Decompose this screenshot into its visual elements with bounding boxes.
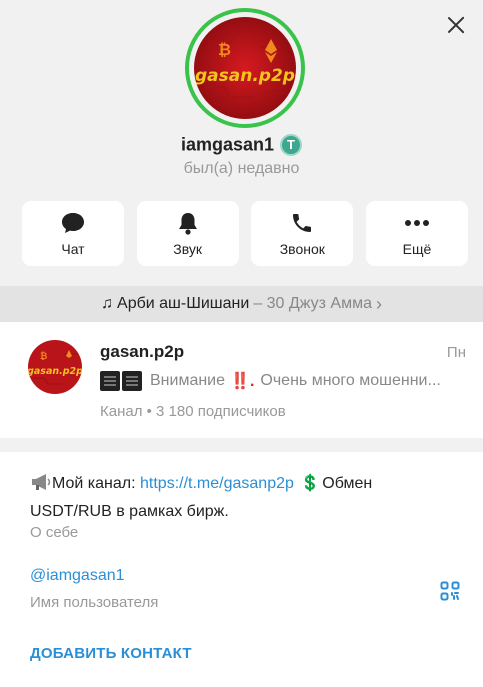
bitcoin-icon: ₿ [40, 351, 47, 362]
bio-label: О себе [30, 524, 79, 541]
sound-button[interactable]: Звук [136, 201, 239, 266]
bell-icon [137, 210, 239, 236]
channel-subscriber-info: Канал • 3 180 подписчиков [100, 403, 286, 420]
bio-channel-link[interactable]: https://t.me/gasanp2p [140, 475, 294, 492]
more-dots-icon [366, 210, 468, 236]
username-row: iamgasan1 T [0, 134, 483, 156]
svg-text:gasan.p2p: gasan.p2p [28, 366, 82, 377]
profile-username: iamgasan1 [180, 134, 275, 155]
personal-channel-item[interactable]: ₿ gasan.p2p gasan.p2p Пн Внимание ‼️. Оч… [0, 322, 483, 438]
channel-message-text: Внимание [150, 372, 226, 389]
channel-name: gasan.p2p [100, 342, 185, 361]
channel-avatar: ₿ gasan.p2p [28, 340, 82, 394]
music-note-icon: ♫ [101, 295, 114, 312]
call-button-label: Звонок [279, 241, 325, 257]
chat-bubble-icon [22, 210, 124, 236]
usdt-emoji-status-icon[interactable]: T [280, 134, 303, 156]
channel-last-message: Внимание ‼️. Очень много мошенни... [100, 370, 470, 392]
avatar[interactable]: ₿ gasan.p2p [194, 17, 296, 119]
bio-text: Мой канал: https://t.me/gasanp2p 💲 Обмен … [30, 471, 450, 524]
more-button-label: Ещё [402, 241, 432, 257]
chat-button[interactable]: Чат [22, 201, 124, 266]
username-label: Имя пользователя [30, 594, 159, 611]
action-buttons: Чат Звук Звонок Ещё [22, 201, 468, 266]
music-subtitle: – 30 Джуз Амма [253, 295, 372, 312]
phone-icon [251, 210, 353, 236]
avatar-story-ring[interactable]: ₿ gasan.p2p [185, 8, 305, 128]
sound-button-label: Звук [173, 241, 203, 257]
last-seen-status: был(а) недавно [183, 160, 300, 177]
media-thumbnail-icon [100, 371, 120, 391]
megaphone-icon [30, 473, 52, 499]
bio-prefix: Мой канал: [52, 475, 136, 492]
media-thumbnail-icon [122, 371, 142, 391]
more-button[interactable]: Ещё [365, 201, 468, 266]
add-contact-button[interactable]: ДОБАВИТЬ КОНТАКТ [30, 645, 192, 662]
music-title: Арби аш-Шишани [117, 295, 250, 312]
username-value[interactable]: @iamgasan1 [30, 567, 125, 585]
close-icon[interactable] [443, 12, 469, 38]
profile-header: ₿ gasan.p2p iamgasan1 T был(а) недавно Ча… [0, 0, 483, 286]
bitcoin-icon: ₿ [218, 40, 231, 59]
chevron-right-icon: › [375, 293, 382, 314]
qr-code-icon[interactable] [440, 581, 460, 601]
channel-last-post-time: Пн [446, 344, 466, 361]
channel-message-rest: Очень много мошенни... [260, 372, 441, 389]
chat-button-label: Чат [61, 241, 85, 257]
dollar-emoji: 💲 [300, 475, 321, 492]
svg-text:gasan.p2p: gasan.p2p [195, 66, 295, 86]
double-exclamation-emoji: ‼️. [230, 373, 255, 390]
section-separator [0, 438, 483, 452]
profile-music-bar[interactable]: ♫ Арби аш-Шишани – 30 Джуз Амма › [0, 286, 483, 322]
call-button[interactable]: Звонок [251, 201, 354, 266]
